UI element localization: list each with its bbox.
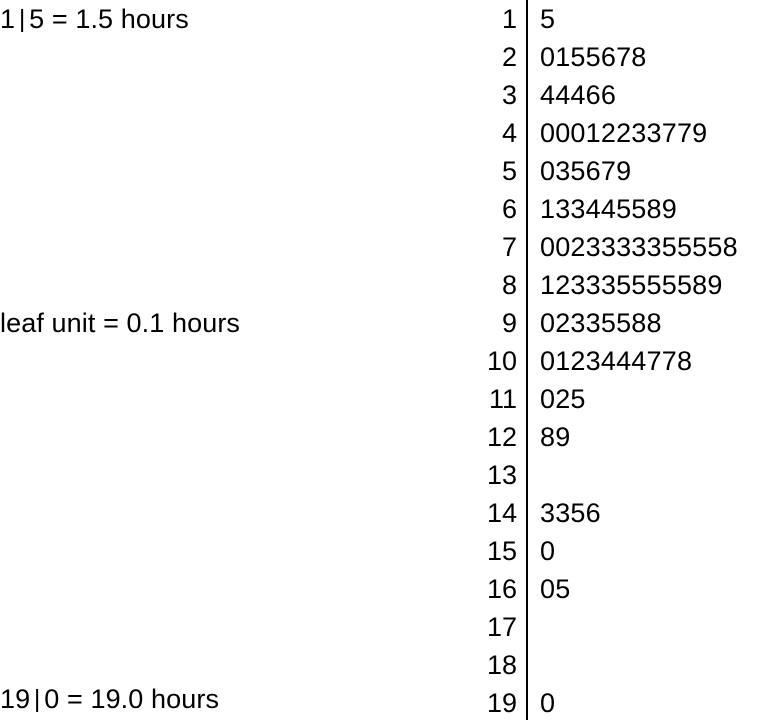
table-row: 6 133445589 xyxy=(460,190,771,228)
table-row: 18 xyxy=(460,646,771,684)
table-row: 11 025 xyxy=(460,380,771,418)
table-row: 5 035679 xyxy=(460,152,771,190)
stem-value: 12 xyxy=(486,422,517,452)
table-row: 14 3356 xyxy=(460,494,771,532)
annotation-key-bottom: 19 | 0 = 19.0 hours xyxy=(0,680,219,719)
leaf-values: 0 xyxy=(540,536,556,566)
key-top-equals: = xyxy=(51,4,68,34)
stem-value: 2 xyxy=(501,42,517,72)
leaf-values: 035679 xyxy=(540,156,632,186)
stem-value: 6 xyxy=(501,194,517,224)
stem-value: 8 xyxy=(501,270,517,300)
table-row: 16 05 xyxy=(460,570,771,608)
stem-leaf-table: 1 5 2 0155678 3 44466 4 00012233779 5 03… xyxy=(460,0,771,720)
leaf-values: 0155678 xyxy=(540,42,647,72)
table-row: 8 123335555589 xyxy=(460,266,771,304)
leaf-values: 123335555589 xyxy=(540,270,723,300)
leaf-values: 02335588 xyxy=(540,308,662,338)
stem-value: 18 xyxy=(486,650,517,680)
leaf-values: 44466 xyxy=(540,80,617,110)
leaf-values: 00012233779 xyxy=(540,118,708,148)
leaf-values: 0 xyxy=(540,688,556,718)
stem-value: 13 xyxy=(486,460,517,490)
table-row: 12 89 xyxy=(460,418,771,456)
table-row: 15 0 xyxy=(460,532,771,570)
key-bottom-separator: | xyxy=(33,685,41,713)
stem-value: 10 xyxy=(486,346,517,376)
stem-value: 17 xyxy=(486,612,517,642)
leaf-values: 5 xyxy=(540,4,556,34)
stem-value: 11 xyxy=(488,384,517,414)
leaf-values: 133445589 xyxy=(540,194,677,224)
stem-value: 15 xyxy=(486,536,517,566)
stem-value: 19 xyxy=(486,688,517,718)
table-row: 19 0 xyxy=(460,684,771,722)
table-row: 7 0023333355558 xyxy=(460,228,771,266)
key-bottom-leaf: 0 xyxy=(44,684,60,714)
key-top-value: 1.5 hours xyxy=(75,4,189,34)
stem-value: 1 xyxy=(501,4,517,34)
stem-value: 5 xyxy=(501,156,517,186)
stem-value: 14 xyxy=(486,498,517,528)
stem-value: 7 xyxy=(501,232,517,262)
leaf-values: 025 xyxy=(540,384,586,414)
leaf-values: 05 xyxy=(540,574,571,604)
leaf-unit-text: leaf unit = 0.1 hours xyxy=(0,308,241,338)
key-bottom-value: 19.0 hours xyxy=(90,684,220,714)
annotation-leaf-unit: leaf unit = 0.1 hours xyxy=(0,304,240,342)
key-top-separator: | xyxy=(18,5,26,33)
table-row: 9 02335588 xyxy=(460,304,771,342)
table-row: 1 5 xyxy=(460,0,771,38)
table-row: 3 44466 xyxy=(460,76,771,114)
key-top-leaf: 5 xyxy=(29,4,45,34)
table-row: 2 0155678 xyxy=(460,38,771,76)
key-top-stem: 1 xyxy=(0,4,16,34)
leaf-values: 89 xyxy=(540,422,571,452)
table-row: 17 xyxy=(460,608,771,646)
leaf-values: 3356 xyxy=(540,498,601,528)
leaf-values: 0023333355558 xyxy=(540,232,738,262)
key-bottom-stem: 19 xyxy=(0,684,31,714)
stem-value: 4 xyxy=(501,118,517,148)
annotation-key-top: 1 | 5 = 1.5 hours xyxy=(0,0,189,39)
plot-annotations: 1 | 5 = 1.5 hours leaf unit = 0.1 hours 19… xyxy=(0,0,470,720)
table-row: 10 0123444778 xyxy=(460,342,771,380)
stem-and-leaf-plot: 1 | 5 = 1.5 hours leaf unit = 0.1 hours 19… xyxy=(0,0,771,720)
stem-value: 16 xyxy=(486,574,517,604)
table-row: 13 xyxy=(460,456,771,494)
leaf-values: 0123444778 xyxy=(540,346,693,376)
key-bottom-equals: = xyxy=(66,684,83,714)
stem-value: 9 xyxy=(501,308,517,338)
table-row: 4 00012233779 xyxy=(460,114,771,152)
stem-value: 3 xyxy=(501,80,517,110)
